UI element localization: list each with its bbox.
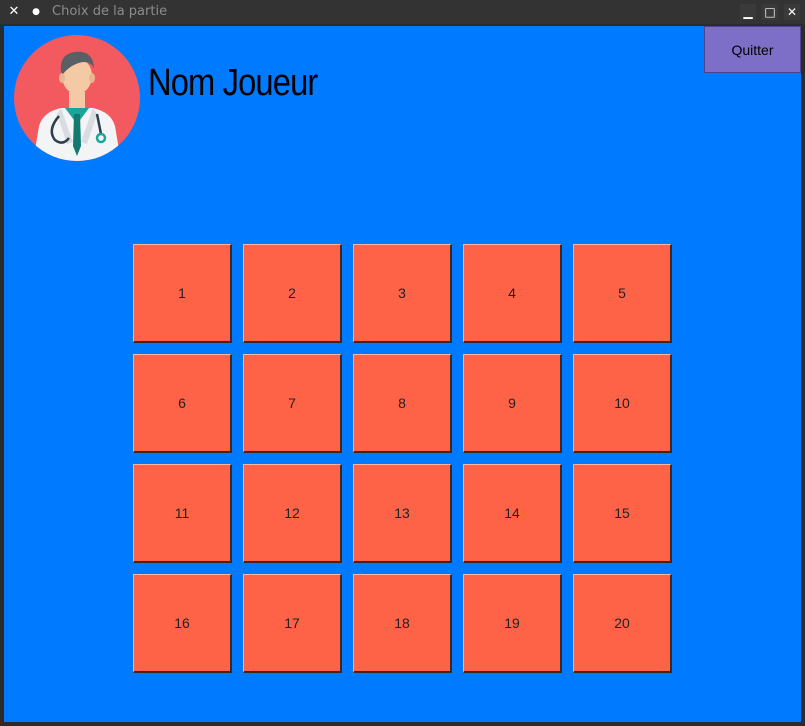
level-button-17[interactable]: 17 — [243, 574, 342, 673]
level-button-4[interactable]: 4 — [463, 244, 562, 343]
level-button-11[interactable]: 11 — [133, 464, 232, 563]
window-titlebar: ✕ ● Choix de la partie ▁ □ ✕ — [0, 0, 805, 24]
maximize-icon[interactable]: □ — [762, 4, 778, 20]
level-button-9[interactable]: 9 — [463, 354, 562, 453]
window-menu-icon[interactable]: ● — [28, 4, 44, 20]
level-button-10[interactable]: 10 — [573, 354, 672, 453]
close-app-icon[interactable]: ✕ — [6, 4, 22, 20]
close-window-icon[interactable]: ✕ — [784, 4, 800, 20]
level-button-19[interactable]: 19 — [463, 574, 562, 673]
level-button-2[interactable]: 2 — [243, 244, 342, 343]
level-button-7[interactable]: 7 — [243, 354, 342, 453]
minimize-icon[interactable]: ▁ — [740, 4, 756, 20]
level-button-20[interactable]: 20 — [573, 574, 672, 673]
level-button-13[interactable]: 13 — [353, 464, 452, 563]
level-button-16[interactable]: 16 — [133, 574, 232, 673]
level-button-3[interactable]: 3 — [353, 244, 452, 343]
game-selection-panel: Nom Joueur Quitter 1 2 3 4 5 6 7 8 9 10 11 12 13 14 15… — [4, 26, 801, 722]
player-name: Nom Joueur — [148, 62, 318, 104]
doctor-avatar-icon — [14, 35, 140, 161]
level-button-5[interactable]: 5 — [573, 244, 672, 343]
level-button-14[interactable]: 14 — [463, 464, 562, 563]
level-button-12[interactable]: 12 — [243, 464, 342, 563]
quit-button[interactable]: Quitter — [704, 26, 801, 73]
level-button-1[interactable]: 1 — [133, 244, 232, 343]
level-button-18[interactable]: 18 — [353, 574, 452, 673]
level-grid: 1 2 3 4 5 6 7 8 9 10 11 12 13 14 15 16 17 18 19 20 — [133, 244, 672, 673]
level-button-8[interactable]: 8 — [353, 354, 452, 453]
level-button-15[interactable]: 15 — [573, 464, 672, 563]
level-button-6[interactable]: 6 — [133, 354, 232, 453]
window-title: Choix de la partie — [52, 4, 168, 19]
